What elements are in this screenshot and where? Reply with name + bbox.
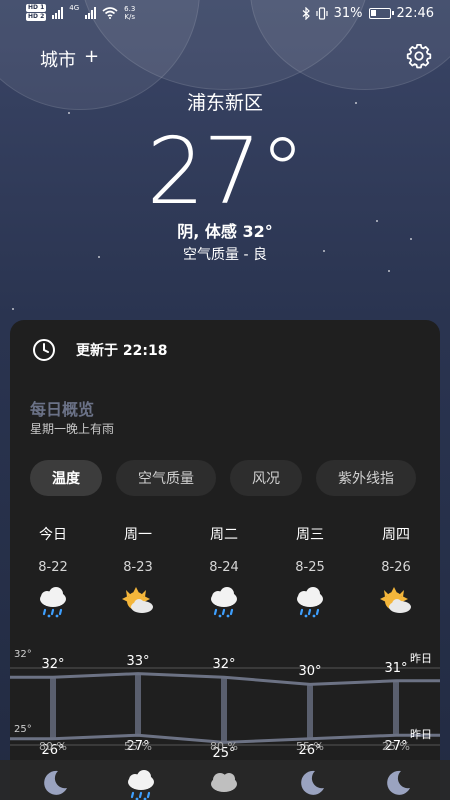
sim1-label: HD 1 (26, 4, 47, 12)
tab-uv-index[interactable]: 紫外线指 (316, 460, 416, 496)
rain-cloud-icon (290, 585, 330, 621)
wifi-icon (102, 6, 118, 19)
temp-range-bar (50, 677, 56, 739)
sim-indicators: HD 1 HD 2 (26, 4, 47, 21)
net-speed-value: 6.3 (124, 4, 136, 13)
location-name: 浦东新区 (186, 92, 263, 114)
tab-temperature[interactable]: 温度 (30, 460, 102, 496)
current-temperature: 27° (146, 118, 305, 225)
forecast-day-name: 今日 (39, 527, 67, 543)
forecast-day-name: 周一 (124, 527, 152, 543)
rain-cloud-icon (204, 585, 244, 621)
temp-range-bar (221, 677, 227, 743)
high-temp-label: 31° (384, 660, 408, 676)
rain-cloud-icon (33, 585, 73, 621)
signal-icon (85, 6, 97, 19)
forecast-day[interactable]: 周四 8-26 (366, 524, 426, 621)
star (388, 270, 390, 272)
forecast-day[interactable]: 周三 8-25 (280, 524, 340, 621)
update-row: 更新于 22:18 (32, 338, 167, 362)
bluetooth-icon (302, 7, 310, 20)
metric-tabs: 温度 空气质量 风况 紫外线指 (30, 460, 416, 496)
city-label: 城市 (40, 50, 76, 71)
moon-icon (293, 768, 327, 798)
reference-label-low: 昨日 (410, 728, 432, 741)
forecast-day[interactable]: 周一 8-23 (108, 524, 168, 621)
precip-percent: 55 % (296, 740, 324, 753)
battery-percent: 31% (333, 6, 363, 21)
temp-range-bar (307, 684, 313, 739)
clock-time: 22:46 (396, 6, 434, 21)
network-type: 4G (69, 4, 80, 12)
high-temp-label: 32° (41, 657, 65, 673)
weather-condition: 阴, 体感 32° (177, 222, 273, 241)
daily-overview-subtitle: 星期一晚上有雨 (30, 422, 115, 436)
precip-percent: 55 % (124, 740, 152, 753)
high-temp-label: 33° (126, 653, 150, 669)
forecast-day[interactable]: 周二 8-24 (194, 524, 254, 621)
signal-icon (52, 6, 64, 19)
forecast-day-date: 8-24 (209, 560, 239, 575)
rain-cloud-icon (121, 768, 155, 800)
moon-icon (379, 768, 413, 798)
sun-cloud-icon (376, 585, 416, 621)
add-city-icon: + (84, 46, 100, 67)
vibrate-icon (316, 7, 328, 20)
sun-cloud-icon (118, 585, 158, 621)
updated-time: 更新于 22:18 (76, 343, 168, 359)
reference-label-high: 昨日 (410, 652, 432, 665)
forecast-day-date: 8-22 (38, 560, 68, 575)
precip-percent: 80 % (39, 740, 67, 753)
high-temp-label: 30° (298, 664, 322, 680)
net-speed-unit: K/s (124, 12, 136, 21)
daily-overview-title: 每日概览 (30, 400, 95, 419)
battery-icon (368, 8, 394, 19)
air-quality[interactable]: 空气质量 - 良 (0, 244, 450, 264)
forecast-day[interactable]: 今日 8-22 (23, 524, 83, 621)
forecast-day-date: 8-23 (123, 560, 153, 575)
forecast-day-date: 8-26 (381, 560, 411, 575)
net-speed: 6.3 K/s (124, 5, 135, 21)
temp-range-bar (393, 680, 399, 736)
moon-icon (36, 768, 70, 798)
star (12, 308, 14, 310)
sim2-label: HD 2 (26, 13, 47, 21)
status-bar: HD 1 HD 2 4G 6.3 K/s 31% 22:46 (0, 0, 450, 28)
temp-range-bar (135, 673, 141, 736)
cloud-icon (207, 768, 241, 798)
ytick-low: 25° (14, 724, 32, 735)
forecast-day-date: 8-25 (295, 560, 325, 575)
ytick-high: 32° (14, 649, 32, 660)
precip-percent: 80 % (210, 740, 238, 753)
forecast-day-name: 周二 (210, 527, 238, 543)
high-temp-label: 32° (212, 657, 236, 673)
gear-icon[interactable] (405, 42, 433, 70)
clock-icon (33, 339, 55, 361)
tab-air-quality[interactable]: 空气质量 (116, 460, 216, 496)
tab-wind[interactable]: 风况 (230, 460, 302, 496)
forecast-day-name: 周三 (296, 527, 324, 543)
precip-percent: 25 % (382, 740, 410, 753)
forecast-day-name: 周四 (382, 527, 410, 543)
forecast-card: 更新于 22:18 每日概览 星期一晚上有雨 温度 空气质量 风况 紫外线指 今… (10, 320, 440, 800)
city-button[interactable]: 城市 + (40, 46, 99, 72)
